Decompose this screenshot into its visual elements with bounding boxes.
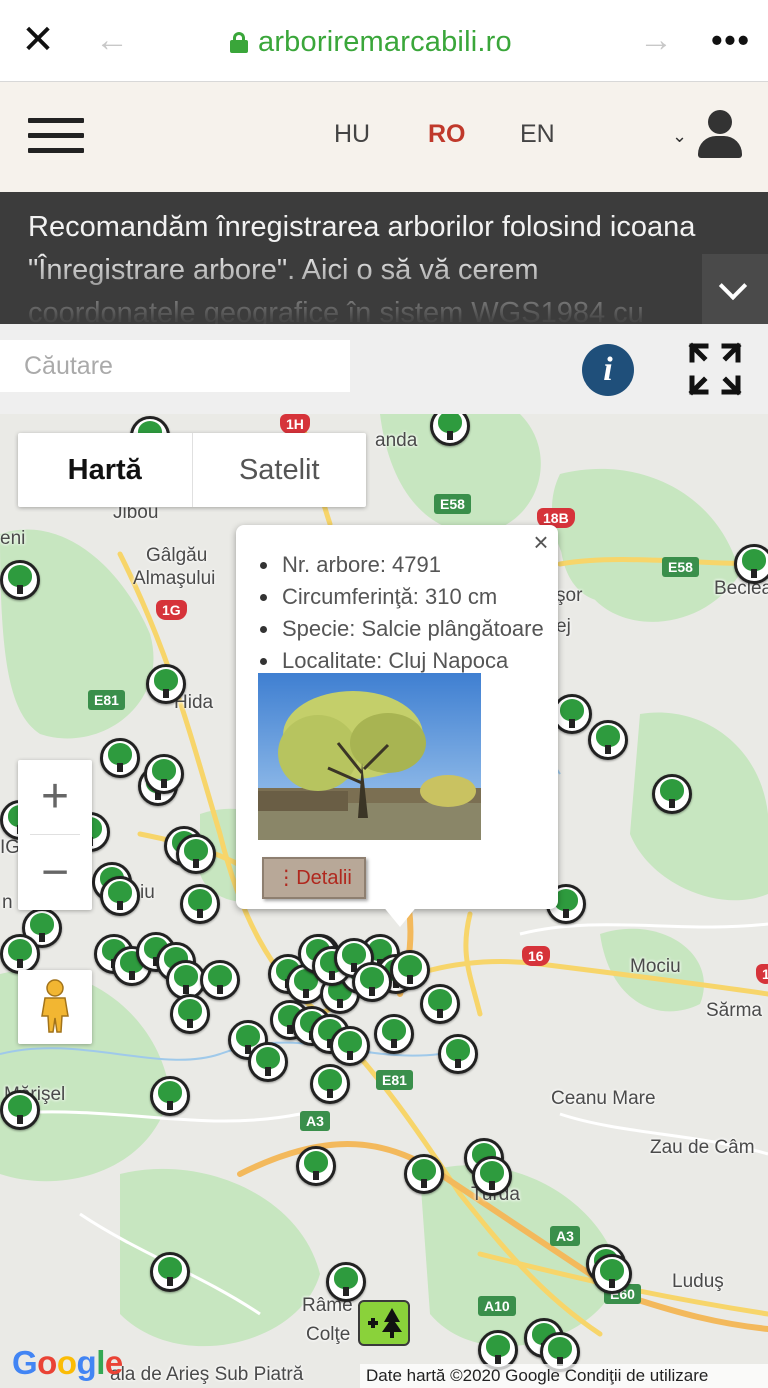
- road-shield: E81: [88, 690, 125, 710]
- fullscreen-icon[interactable]: [688, 342, 742, 396]
- map-type-map-button[interactable]: Hartă: [18, 433, 193, 507]
- app-root: ✕ → arboriremarcabili.ro → ••• HU RO EN …: [0, 0, 768, 1388]
- tree-species: Specie: Salcie plângătoare: [260, 613, 544, 645]
- place-label: Mociu: [630, 956, 681, 977]
- forward-arrow-icon[interactable]: →: [638, 20, 674, 60]
- road-shield: A3: [300, 1111, 330, 1131]
- menu-icon[interactable]: [28, 118, 84, 158]
- tree-marker-icon[interactable]: [404, 1154, 444, 1194]
- back-arrow-icon[interactable]: →: [94, 20, 130, 60]
- tree-marker-icon[interactable]: [170, 994, 210, 1034]
- search-bar: i: [0, 324, 768, 414]
- tree-marker-icon[interactable]: [430, 414, 470, 446]
- tree-marker-icon[interactable]: [0, 934, 40, 974]
- tree-marker-icon[interactable]: [296, 1146, 336, 1186]
- road-shield: A10: [478, 1296, 516, 1316]
- place-label: Sărma: [706, 1000, 762, 1021]
- address-bar[interactable]: arboriremarcabili.ro: [230, 22, 512, 62]
- place-label: eni: [0, 528, 26, 549]
- tree-marker-icon[interactable]: [150, 1252, 190, 1292]
- language-ro[interactable]: RO: [428, 120, 466, 149]
- tree-marker-icon[interactable]: [352, 962, 392, 1002]
- place-label: ala de Arieş Sub Piatră: [110, 1364, 304, 1385]
- tree-marker-icon[interactable]: [144, 754, 184, 794]
- tree-marker-icon[interactable]: [588, 720, 628, 760]
- tree-marker-icon[interactable]: [326, 1262, 366, 1302]
- zoom-in-button[interactable]: +: [18, 760, 92, 834]
- tree-photo[interactable]: [258, 673, 481, 840]
- place-label: iu: [140, 882, 155, 903]
- add-tree-button[interactable]: [358, 1300, 410, 1346]
- google-logo: Google: [12, 1344, 123, 1381]
- search-input[interactable]: [0, 340, 350, 392]
- tree-marker-icon[interactable]: [176, 834, 216, 874]
- more-icon: ⋮: [276, 867, 297, 889]
- tree-marker-icon[interactable]: [248, 1042, 288, 1082]
- tree-marker-icon[interactable]: [330, 1026, 370, 1066]
- tree-marker-icon[interactable]: [472, 1156, 512, 1196]
- zoom-control: + −: [18, 760, 92, 910]
- place-label: Colţe: [306, 1324, 351, 1345]
- tree-marker-icon[interactable]: [374, 1014, 414, 1054]
- tree-marker-icon[interactable]: [100, 738, 140, 778]
- place-label: Ceanu Mare: [551, 1088, 656, 1109]
- place-label: anda: [375, 430, 418, 451]
- tree-marker-icon[interactable]: [438, 1034, 478, 1074]
- chevron-down-icon: [718, 271, 748, 301]
- tree-circumference: Circumferinţă: 310 cm: [260, 581, 544, 613]
- tree-marker-icon[interactable]: [180, 884, 220, 924]
- place-label: n: [2, 892, 13, 913]
- road-shield: 16: [522, 946, 550, 966]
- place-label: Gâlgău: [146, 545, 208, 566]
- place-label: şor: [556, 585, 583, 606]
- close-icon[interactable]: ✕: [18, 18, 58, 62]
- language-en[interactable]: EN: [520, 120, 555, 149]
- street-view-pegman-icon[interactable]: [18, 970, 92, 1044]
- map-canvas[interactable]: Jibou Gâlgău Almaşului Hida Beclea Mociu…: [0, 414, 768, 1388]
- tree-marker-icon[interactable]: [552, 694, 592, 734]
- user-icon[interactable]: [698, 110, 742, 160]
- place-label: Almaşului: [133, 568, 216, 589]
- tree-marker-icon[interactable]: [390, 950, 430, 990]
- tree-marker-icon[interactable]: [150, 1076, 190, 1116]
- map-type-control: Hartă Satelit: [18, 433, 366, 507]
- details-label: Detalii: [296, 867, 352, 889]
- tree-details-list: Nr. arbore: 4791 Circumferinţă: 310 cm S…: [260, 549, 544, 677]
- info-notice: Recomandăm înregistrarea arborilor folos…: [0, 192, 768, 324]
- expand-notice-button[interactable]: [702, 254, 768, 324]
- place-label: ej: [556, 616, 571, 637]
- tree-marker-icon[interactable]: [146, 664, 186, 704]
- tree-marker-icon[interactable]: [100, 876, 140, 916]
- tree-marker-icon[interactable]: [592, 1254, 632, 1294]
- language-hu[interactable]: HU: [334, 120, 370, 149]
- browser-toolbar: ✕ → arboriremarcabili.ro → •••: [0, 0, 768, 82]
- road-shield: E81: [376, 1070, 413, 1090]
- tree-marker-icon[interactable]: [652, 774, 692, 814]
- tree-marker-icon[interactable]: [310, 1064, 350, 1104]
- more-options-icon[interactable]: •••: [708, 24, 754, 56]
- details-button[interactable]: ⋮Detalii: [262, 857, 366, 899]
- url-text: arboriremarcabili.ro: [258, 25, 512, 58]
- tree-number: Nr. arbore: 4791: [260, 549, 544, 581]
- tree-marker-icon[interactable]: [734, 544, 768, 584]
- road-shield: A3: [550, 1226, 580, 1246]
- info-icon[interactable]: i: [582, 344, 634, 396]
- road-shield: 1G: [156, 600, 187, 620]
- lock-icon: [230, 32, 248, 53]
- tree-marker-icon[interactable]: [0, 1090, 40, 1130]
- zoom-out-button[interactable]: −: [18, 836, 92, 910]
- tree-info-popup: × Nr. arbore: 4791 Circumferinţă: 310 cm…: [236, 525, 558, 927]
- place-label: Luduş: [672, 1271, 724, 1292]
- chevron-down-icon[interactable]: ⌄: [672, 126, 687, 147]
- site-header: HU RO EN ⌄: [0, 82, 768, 192]
- map-attribution[interactable]: Date hartă ©2020 Google Condiţii de util…: [360, 1364, 768, 1388]
- add-tree-icon: [368, 1308, 402, 1338]
- tree-marker-icon[interactable]: [420, 984, 460, 1024]
- road-shield: 1H: [280, 414, 310, 434]
- tree-marker-icon[interactable]: [0, 560, 40, 600]
- road-shield: E58: [662, 557, 699, 577]
- place-label: Zau de Câm: [650, 1137, 755, 1158]
- map-type-satellite-button[interactable]: Satelit: [193, 433, 367, 507]
- road-shield: E58: [434, 494, 471, 514]
